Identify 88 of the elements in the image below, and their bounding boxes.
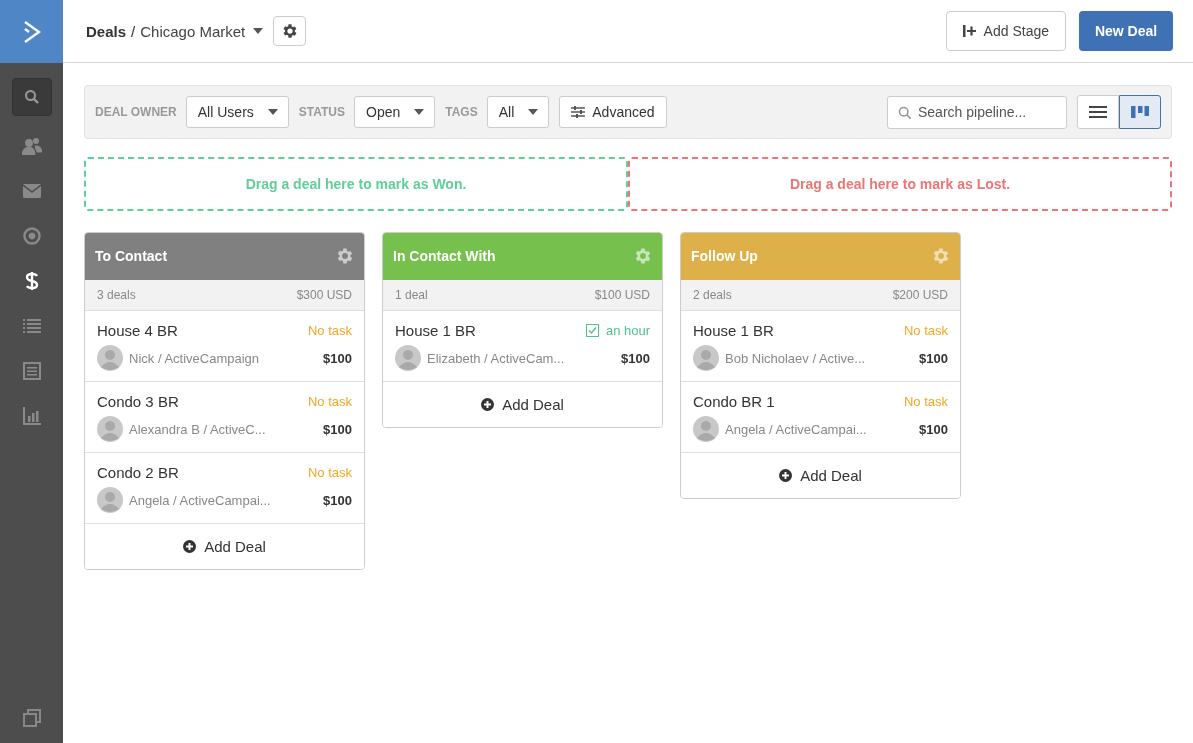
sliders-icon [571,106,586,118]
search-field[interactable]: Search pipeline... [887,95,1067,129]
deal-owner: Angela / ActiveCampai... [129,492,272,508]
stage-total: $300 USD [296,288,352,302]
dollar-icon [24,271,39,291]
deal-count: 1 deal [395,288,428,302]
breadcrumb-separator: / [131,22,136,40]
caret-icon [414,109,425,115]
avatar-icon [693,416,719,442]
deal-title: House 1 BR [693,322,774,339]
caret-icon [528,109,539,115]
deal-title: Condo BR 1 [693,393,775,410]
avatar-icon [97,345,123,371]
settings-icon[interactable] [931,246,951,266]
plus-circle-icon [779,469,793,482]
deal-amount: $100 [919,421,948,437]
deal-amount: $100 [323,492,352,508]
filter-label: STATUS [298,105,345,119]
task-status: No task [903,323,948,338]
filter-label: TAGS [445,105,478,119]
pipeline-dropdown[interactable]: Chicago Market [140,22,264,40]
deal-card[interactable]: House 4 BR No task Nick / ActiveCampaign $100 [85,311,364,382]
task-status: an hour [585,323,650,338]
deal-title: House 1 BR [395,322,476,339]
deal-amount: $100 [919,350,948,366]
envelope-icon [22,184,41,198]
advanced-filter-button[interactable]: Advanced [559,96,667,128]
filter-dropdown[interactable]: All [486,96,550,128]
deal-card[interactable]: House 1 BR No task Bob Nicholaev / Active... $100 [681,311,960,382]
deal-amount: $100 [323,350,352,366]
task-status: No task [903,394,948,409]
avatar-icon [97,487,123,513]
deal-owner: Alexandra B / ActiveC... [129,421,267,437]
search-button[interactable] [11,78,52,116]
avatar-icon [693,345,719,371]
deal-title: House 4 BR [97,322,178,339]
filter-dropdown[interactable]: Open [354,96,436,128]
settings-icon[interactable] [633,246,653,266]
plus-circle-icon [481,398,495,411]
bar-chart-icon [22,407,41,425]
deal-title: Condo 3 BR [97,393,179,410]
new-deal-button[interactable]: New Deal [1079,11,1173,51]
task-status: No task [307,465,352,480]
list-lines-icon [1089,105,1107,119]
drop-zone: Drag a deal here to mark as Won. [84,157,628,211]
deal-owner: Angela / ActiveCampai... [725,421,868,437]
logo-tile[interactable] [0,0,63,63]
deal-owner: Elizabeth / ActiveCam... [427,350,566,366]
deal-amount: $100 [323,421,352,437]
plus-circle-icon [183,540,197,553]
list-view-button[interactable] [1077,95,1119,129]
board-view-button[interactable] [1119,95,1161,129]
deal-card[interactable]: Condo 3 BR No task Alexandra B / ActiveC... $100 [85,382,364,453]
stage-title: To Contact [95,248,168,264]
deal-title: Condo 2 BR [97,464,179,481]
stage-title: In Contact With [393,248,496,264]
add-stage-button[interactable]: Add Stage [945,11,1066,51]
stage-title: Follow Up [691,248,758,264]
deal-amount: $100 [621,350,650,366]
deal-owner: Bob Nicholaev / Active... [725,350,867,366]
search-icon [23,89,40,105]
list-icon [22,318,41,334]
task-status: No task [307,394,352,409]
breadcrumb-link[interactable]: Deals [86,22,127,40]
target-icon [22,227,41,245]
checkbox-icon [585,324,599,337]
deal-count: 3 deals [97,288,136,302]
avatar-icon [97,416,123,442]
stage-total: $200 USD [892,288,948,302]
settings-icon[interactable] [335,246,355,266]
windows-icon[interactable] [22,709,41,727]
caret-icon [253,28,264,34]
filter-label: DEAL OWNER [95,105,177,119]
avatar-icon [395,345,421,371]
drop-zone: Drag a deal here to mark as Lost. [628,157,1172,211]
filter-dropdown[interactable]: All Users [185,96,289,128]
deal-count: 2 deals [693,288,732,302]
add-column-icon [962,25,977,37]
deal-owner: Nick / ActiveCampaign [129,350,261,366]
chevron-logo-icon [22,19,41,44]
people-icon [21,137,42,155]
search-icon [898,105,912,120]
task-status: No task [307,323,352,338]
document-icon [22,362,41,380]
caret-icon [267,109,278,115]
stage-total: $100 USD [594,288,650,302]
board-columns-icon [1131,105,1149,119]
settings-button[interactable] [273,16,307,46]
